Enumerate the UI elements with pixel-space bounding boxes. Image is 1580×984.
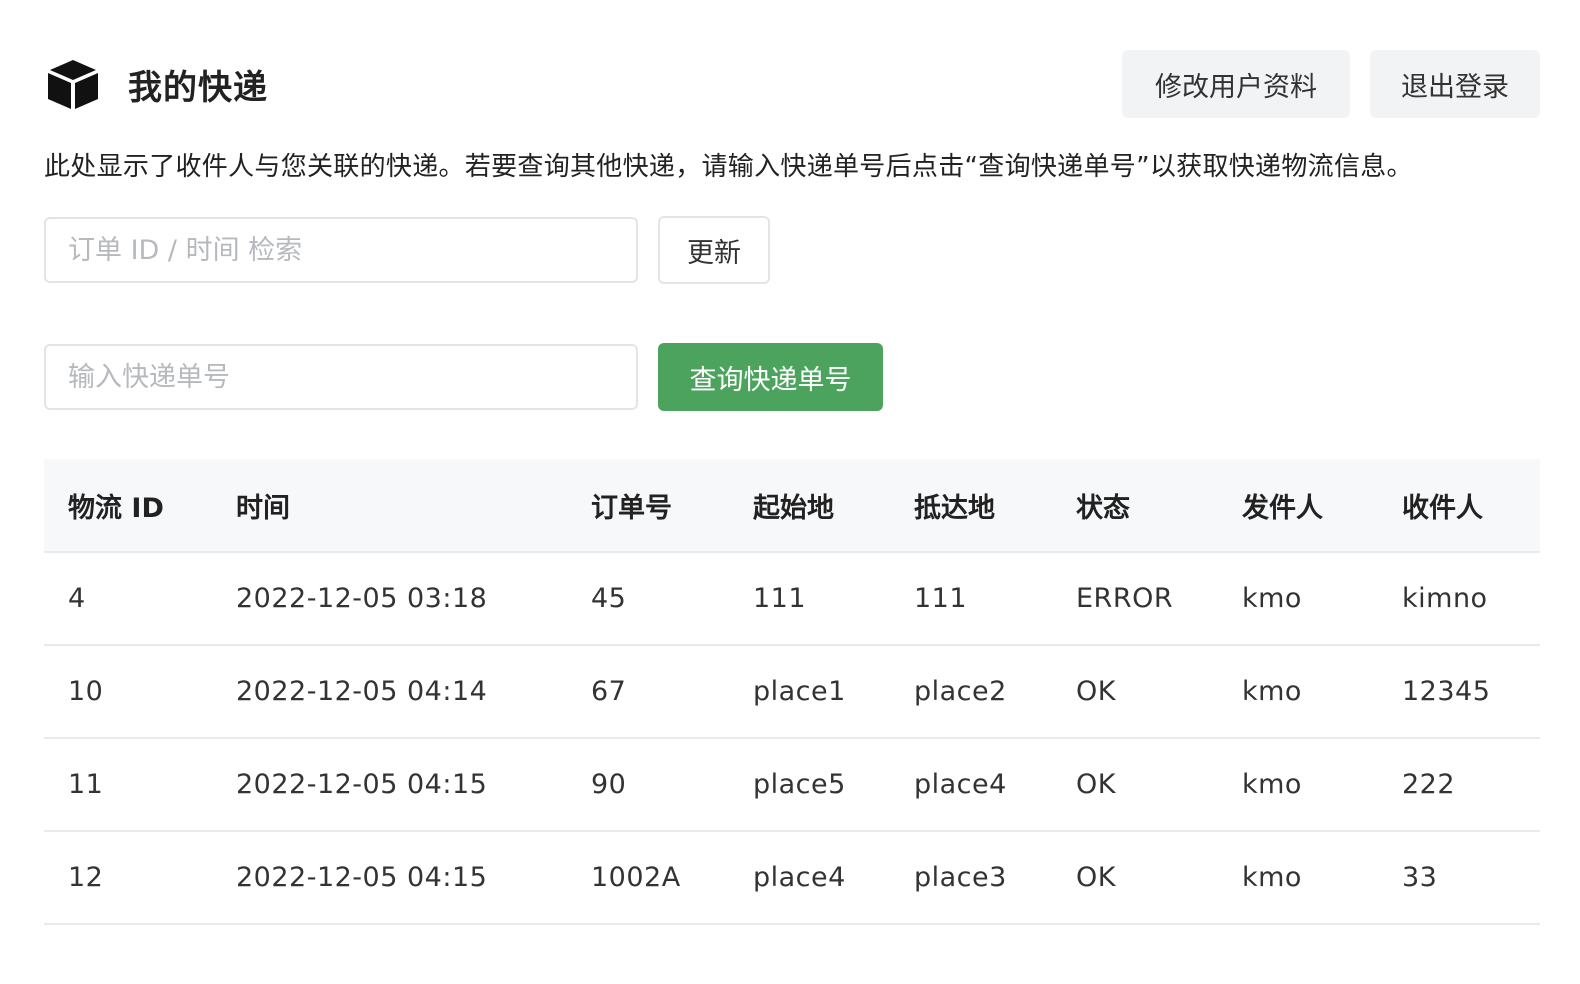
column-header-status[interactable]: 状态 <box>1052 459 1218 553</box>
cell-order-number: 45 <box>567 552 729 646</box>
cell-status: OK <box>1052 645 1218 739</box>
cell-order-number: 90 <box>567 738 729 832</box>
cell-origin: place4 <box>729 831 890 925</box>
page-header: 我的快递 修改用户资料 退出登录 <box>44 50 1540 118</box>
column-header-sender[interactable]: 发件人 <box>1218 459 1378 553</box>
column-header-order-number[interactable]: 订单号 <box>567 459 729 553</box>
cell-sender: kmo <box>1218 831 1378 925</box>
table-row[interactable]: 11 2022-12-05 04:15 90 place5 place4 OK … <box>44 738 1540 832</box>
cell-destination: place4 <box>890 738 1052 832</box>
cell-status: OK <box>1052 738 1218 832</box>
cell-time: 2022-12-05 03:18 <box>212 552 567 646</box>
header-actions: 修改用户资料 退出登录 <box>1122 50 1540 118</box>
cell-recipient: 12345 <box>1378 645 1540 739</box>
edit-profile-button[interactable]: 修改用户资料 <box>1122 50 1350 118</box>
cell-recipient: 222 <box>1378 738 1540 832</box>
cell-destination: place2 <box>890 645 1052 739</box>
cell-order-number: 1002A <box>567 831 729 925</box>
query-tracking-button[interactable]: 查询快递单号 <box>658 343 883 411</box>
table-row[interactable]: 12 2022-12-05 04:15 1002A place4 place3 … <box>44 831 1540 925</box>
cell-status: ERROR <box>1052 552 1218 646</box>
cell-time: 2022-12-05 04:14 <box>212 645 567 739</box>
column-header-time[interactable]: 时间 <box>212 459 567 553</box>
title-area: 我的快递 <box>44 50 268 118</box>
cell-recipient: kimno <box>1378 552 1540 646</box>
cell-status: OK <box>1052 831 1218 925</box>
cell-sender: kmo <box>1218 645 1378 739</box>
cell-logistics-id: 10 <box>44 645 212 739</box>
search-input[interactable] <box>44 217 638 283</box>
column-header-origin[interactable]: 起始地 <box>729 459 890 553</box>
column-header-destination[interactable]: 抵达地 <box>890 459 1052 553</box>
cell-origin: 111 <box>729 552 890 646</box>
search-row: 更新 <box>44 216 770 284</box>
refresh-button[interactable]: 更新 <box>658 216 770 284</box>
cell-origin: place1 <box>729 645 890 739</box>
tracking-number-input[interactable] <box>44 344 638 410</box>
cell-destination: 111 <box>890 552 1052 646</box>
page-title: 我的快递 <box>128 67 268 108</box>
cell-order-number: 67 <box>567 645 729 739</box>
box-icon <box>44 55 102 113</box>
column-header-logistics-id[interactable]: 物流 ID <box>44 459 212 553</box>
page-description: 此处显示了收件人与您关联的快递。若要查询其他快递，请输入快递单号后点击“查询快递… <box>44 152 1413 182</box>
cell-destination: place3 <box>890 831 1052 925</box>
logout-button[interactable]: 退出登录 <box>1370 50 1540 118</box>
query-row: 查询快递单号 <box>44 343 883 411</box>
cell-time: 2022-12-05 04:15 <box>212 831 567 925</box>
column-header-recipient[interactable]: 收件人 <box>1378 459 1540 553</box>
table-row[interactable]: 4 2022-12-05 03:18 45 111 111 ERROR kmo … <box>44 552 1540 646</box>
table-header-row: 物流 ID 时间 订单号 起始地 抵达地 状态 发件人 收件人 <box>44 459 1540 553</box>
table-row[interactable]: 10 2022-12-05 04:14 67 place1 place2 OK … <box>44 645 1540 739</box>
cell-sender: kmo <box>1218 738 1378 832</box>
cell-origin: place5 <box>729 738 890 832</box>
cell-logistics-id: 12 <box>44 831 212 925</box>
cell-logistics-id: 11 <box>44 738 212 832</box>
shipments-table: 物流 ID 时间 订单号 起始地 抵达地 状态 发件人 收件人 4 2022-1… <box>44 459 1540 925</box>
cell-sender: kmo <box>1218 552 1378 646</box>
cell-logistics-id: 4 <box>44 552 212 646</box>
cell-time: 2022-12-05 04:15 <box>212 738 567 832</box>
cell-recipient: 33 <box>1378 831 1540 925</box>
